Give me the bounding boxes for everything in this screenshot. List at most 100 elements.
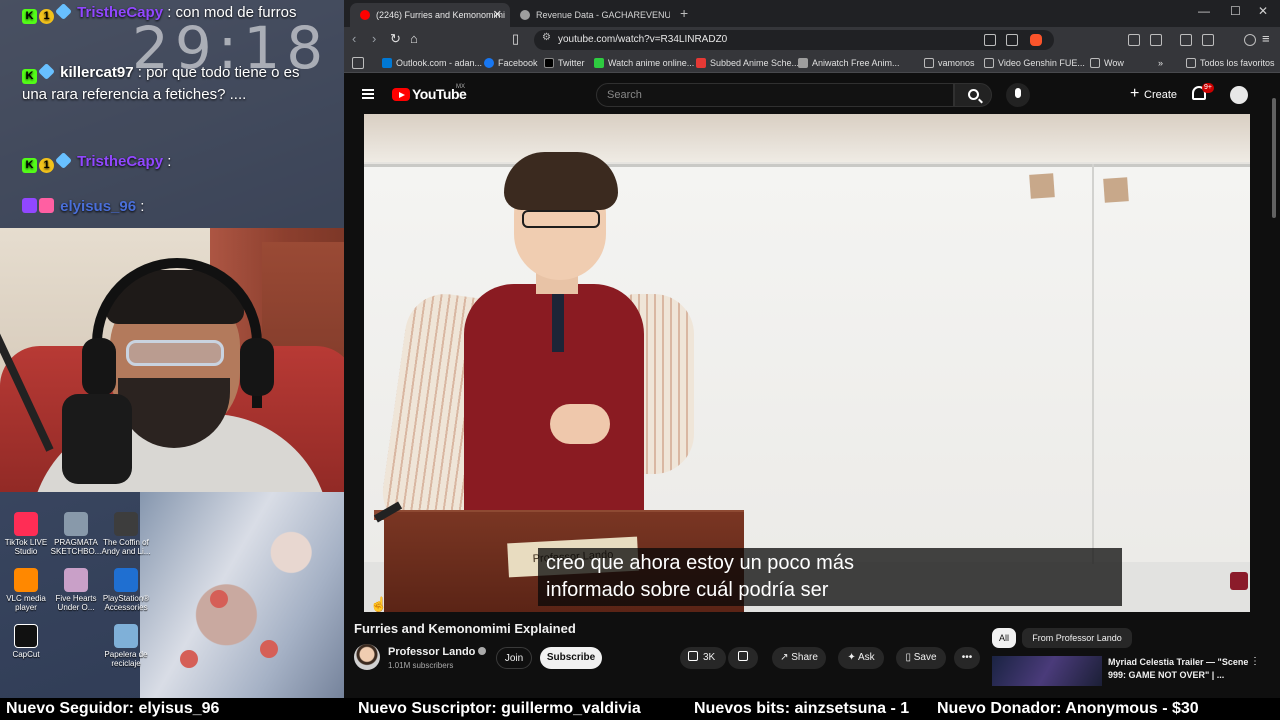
home-icon[interactable]: ⌂ [410,31,418,46]
desktop-icon-playstation[interactable]: PlayStation® Accessories [96,568,156,612]
chip-from-channel[interactable]: From Professor Lando [1022,628,1132,648]
desktop-icon-capcut[interactable]: CapCut [0,624,56,659]
bookmark-folder-genshin[interactable]: Video Genshin FUE... [984,53,1085,73]
bookmark-label: Subbed Anime Sche... [710,58,800,68]
vpn-icon[interactable] [1244,34,1256,46]
kick-badge-icon: K [22,158,37,173]
desktop-icon-recycle-bin[interactable]: Papelera de reciclaje [96,624,156,668]
wallpaper-artwork [140,490,356,698]
menu-icon[interactable]: ≡ [1262,31,1270,46]
url-text: youtube.com/watch?v=R34LINRADZ0 [558,34,728,45]
brave-shield-icon[interactable] [1030,34,1042,46]
desktop-icon-label: Five Hearts Under O... [55,594,97,612]
reload-icon[interactable]: ↻ [390,31,401,47]
recommended-video-thumbnail[interactable] [992,656,1102,686]
youtube-logo-icon[interactable] [392,88,410,101]
chat-message: K killercat97 : por que todo tiene o es … [22,62,322,105]
chat-username: TristheCapy [77,153,164,170]
teacher-tie [552,292,564,352]
tab-youtube[interactable]: (2246) Furries and Kemonomimi ✕ [350,3,510,27]
create-button[interactable]: Create [1122,82,1187,107]
bookmark-facebook[interactable]: Facebook [484,53,538,73]
more-bookmarks-icon[interactable]: » [1158,53,1163,73]
desktop-icon-label: TikTok LIVE Studio [4,538,48,556]
diamond-badge-icon [55,3,72,20]
bookmark-label: Outlook.com - adan... [396,58,483,68]
chat-message: K1 TristheCapy : [22,151,322,173]
apps-grid-icon[interactable] [352,57,364,69]
tab-revenue[interactable]: Revenue Data - GACHAREVENUE [510,3,670,27]
forward-icon[interactable]: › [372,31,376,46]
folder-icon [984,58,994,68]
close-window-icon[interactable]: ✕ [1258,4,1268,18]
video-player[interactable]: Professor Lando creo que ahora estoy un … [364,114,1250,612]
bookmark-aniwatch[interactable]: Aniwatch Free Anim... [798,53,900,73]
url-bar[interactable]: ⚙ youtube.com/watch?v=R34LINRADZ0 [534,30,1054,50]
thumbs-down-icon [738,651,748,661]
site-favicon-icon [520,10,530,20]
bookmark-icon[interactable]: ▯ [512,31,519,47]
account-avatar[interactable] [1230,86,1248,104]
search-button[interactable] [954,83,992,107]
bookmark-folder-wow[interactable]: Wow [1090,53,1124,73]
page-scrollbar[interactable] [1270,80,1278,688]
share-button[interactable]: ↗ Share [772,647,826,669]
folder-icon [1186,58,1196,68]
tab-bar: (2246) Furries and Kemonomimi ✕ Revenue … [344,0,1280,27]
desktop-icon-coffin[interactable]: The Coffin of Andy and Li... [96,512,156,556]
ask-button[interactable]: ✦ Ask [838,647,884,669]
recommended-video-title[interactable]: Myriad Celestia Trailer — "Scene 999: GA… [1108,656,1258,682]
desktop-icon-label: VLC media player [6,594,46,612]
video-wall [364,114,1250,162]
channel-name[interactable]: Professor Lando [388,646,487,658]
bookmark-subbed-anime[interactable]: Subbed Anime Sche... [696,53,799,73]
bookmark-all-favorites[interactable]: Todos los favoritos [1186,53,1275,73]
music-icon[interactable] [1180,34,1192,46]
scrollbar-thumb[interactable] [1272,98,1276,218]
flower-decoration [260,640,278,658]
bookmarks-bar: Outlook.com - adan... Facebook Twitter W… [344,53,1280,73]
bookmark-twitter[interactable]: Twitter [544,53,585,73]
sidebar-icon[interactable] [1150,34,1162,46]
channel-watermark-icon[interactable] [1230,572,1248,590]
share-page-icon[interactable] [1006,34,1018,46]
recycle-bin-icon [114,624,138,648]
diamond-badge-icon [38,63,55,80]
hamburger-menu-icon[interactable] [362,89,374,99]
maximize-icon[interactable]: ☐ [1230,4,1241,18]
save-button[interactable]: ▯ Save [896,647,946,669]
video-title: Furries and Kemonomimi Explained [354,621,576,636]
bookmark-label: Twitter [558,58,585,68]
new-tab-icon[interactable]: + [680,3,688,23]
recommended-more-icon[interactable]: ⋮ [1250,656,1260,667]
chat-username: elyisus_96 [60,198,137,215]
cast-icon[interactable] [984,34,996,46]
tiktok-icon [14,512,38,536]
bookmark-watch-anime[interactable]: Watch anime online... [594,53,694,73]
extensions-icon[interactable] [1128,34,1140,46]
bookmark-folder-vamonos[interactable]: vamonos [924,53,975,73]
address-bar-row: ‹ › ↻ ⌂ ▯ ⚙ youtube.com/watch?v=R34LINRA… [344,27,1280,53]
channel-avatar[interactable] [354,644,380,670]
close-tab-icon[interactable]: ✕ [493,3,502,27]
headset-earcup [240,338,274,396]
chat-text: : [140,198,145,215]
flower-decoration [210,590,228,608]
subscribe-button[interactable]: Subscribe [540,647,602,669]
wallet-icon[interactable] [1202,34,1214,46]
like-button[interactable]: 3K [680,647,726,669]
bookmark-label: Watch anime online... [608,58,695,68]
voice-search-icon[interactable] [1006,83,1030,107]
more-actions-icon[interactable]: ••• [954,647,980,669]
ticker-subscriber: Nuevo Suscriptor: guillermo_valdivia [358,700,641,717]
bookmark-outlook[interactable]: Outlook.com - adan... [382,53,482,73]
chip-all[interactable]: All [992,628,1016,648]
join-button[interactable]: Join [496,647,532,669]
site-info-icon[interactable]: ⚙ [542,32,551,43]
search-input[interactable]: Search [596,83,954,107]
aniwatch-icon [798,58,808,68]
facebook-icon [484,58,494,68]
minimize-icon[interactable]: — [1198,4,1210,18]
back-icon[interactable]: ‹ [352,31,356,46]
dislike-button[interactable] [728,647,758,669]
